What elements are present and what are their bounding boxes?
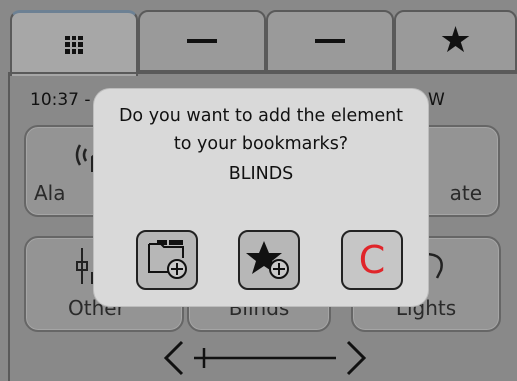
tab-favorites[interactable]: ★: [394, 10, 517, 72]
screen: ★ 10:37 - W Ala ate Other Blinds Lights …: [0, 0, 517, 381]
cancel-label: C: [358, 238, 386, 282]
folder-add-icon: [148, 240, 187, 279]
bookmark-dialog: Do you want to add the element to your b…: [94, 89, 428, 306]
add-to-folder-button[interactable]: [136, 230, 198, 290]
tab-home[interactable]: [10, 10, 138, 76]
grid-icon: [65, 35, 83, 54]
status-right: W: [428, 90, 445, 110]
cancel-button[interactable]: C: [341, 230, 403, 290]
star-icon: ★: [439, 20, 472, 61]
minus-icon: [315, 39, 345, 43]
slide-navigation-icon[interactable]: [160, 338, 370, 378]
status-time: 10:37 -: [30, 90, 91, 110]
dialog-message-line1: Do you want to add the element: [118, 106, 404, 126]
minus-icon: [187, 39, 217, 43]
tab-2[interactable]: [138, 10, 266, 72]
dialog-message-line2: to your bookmarks?: [173, 134, 349, 154]
dialog-element-name: BLINDS: [228, 164, 294, 184]
star-add-icon: [246, 241, 289, 279]
add-bookmark-button[interactable]: [238, 230, 300, 290]
tab-3[interactable]: [266, 10, 394, 72]
